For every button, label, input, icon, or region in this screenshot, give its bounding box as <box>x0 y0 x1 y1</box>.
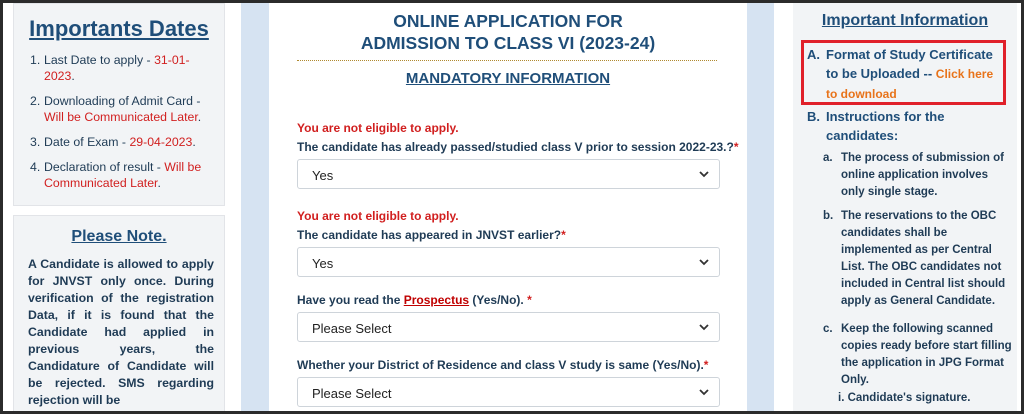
important-dates-title: Importants Dates <box>29 16 209 41</box>
chevron-down-icon <box>699 324 709 331</box>
list-item: 2. Downloading of Admit Card - Will be Co… <box>30 94 202 124</box>
question-label: Whether your District of Residence and c… <box>297 358 709 372</box>
list-item: 3. Date of Exam - 29-04-2023. <box>30 135 196 149</box>
list-item: b. The reservations to the OBC candidate… <box>823 210 1006 307</box>
eligibility-error: You are not eligible to apply. <box>297 121 459 135</box>
list-item: A. Format of Study Certificate to be Upl… <box>807 47 994 101</box>
list-item: i. Candidate's signature. <box>838 392 971 404</box>
important-information-title: Important Information <box>821 12 989 29</box>
title-divider <box>297 60 717 61</box>
list-item: 4. Declaration of result - Will be Commun… <box>30 160 202 190</box>
section-heading: MANDATORY INFORMATION <box>405 70 611 87</box>
chevron-down-icon <box>699 259 709 266</box>
please-note-card: Please Note. A Candidate is allowed to a… <box>13 215 225 411</box>
passed-class-v-select[interactable]: Yes <box>297 159 720 189</box>
important-dates-list: 1. Last Date to apply - 31-01-2023. 2. Dow… <box>30 52 216 191</box>
question-label: The candidate has already passed/studied… <box>297 140 739 154</box>
important-information-panel: Important Information A. Format of Study… <box>793 3 1017 411</box>
list-item: a. The process of submission of online a… <box>823 152 1004 198</box>
chevron-down-icon <box>699 171 709 178</box>
question-label: The candidate has appeared in JNVST earl… <box>297 228 566 242</box>
page-frame: Importants Dates 1. Last Date to apply - … <box>3 3 1021 411</box>
list-item: 1. Last Date to apply - 31-01-2023. <box>30 53 190 83</box>
application-form: ONLINE APPLICATION FOR ADMISSION TO CLAS… <box>269 3 747 411</box>
eligibility-error: You are not eligible to apply. <box>297 209 459 223</box>
chevron-down-icon <box>699 389 709 396</box>
appeared-jnvst-select[interactable]: Yes <box>297 247 720 277</box>
read-prospectus-select[interactable]: Please Select <box>297 312 720 342</box>
left-sidebar: Importants Dates 1. Last Date to apply - … <box>13 3 225 411</box>
district-same-select[interactable]: Please Select <box>297 377 720 407</box>
important-dates-card: Importants Dates 1. Last Date to apply - … <box>13 3 225 206</box>
list-item: B. Instructions for the candidates: <box>807 109 945 143</box>
prospectus-link[interactable]: Prospectus <box>404 293 469 307</box>
please-note-title: Please Note. <box>71 228 167 245</box>
list-item: c. Keep the following scanned copies rea… <box>823 323 1012 386</box>
question-label: Have you read the Prospectus (Yes/No). * <box>297 293 532 307</box>
please-note-text: A Candidate is allowed to apply for JNVS… <box>28 257 214 407</box>
page-title: ONLINE APPLICATION FOR ADMISSION TO CLAS… <box>360 11 656 53</box>
